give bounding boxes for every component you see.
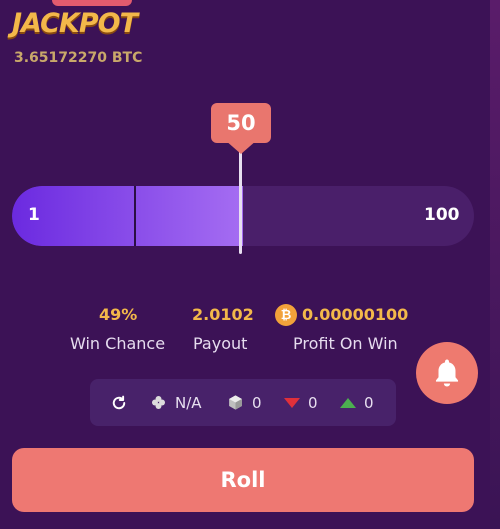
- info-down: 0: [284, 379, 318, 426]
- cube-value: 0: [252, 393, 262, 412]
- win-chance-label: Win Chance: [70, 334, 166, 353]
- payout-label: Payout: [193, 334, 248, 353]
- down-value: 0: [308, 393, 318, 412]
- jackpot-amount: 3.65172270 BTC: [14, 50, 143, 66]
- info-cube: 0: [227, 379, 262, 426]
- refresh-icon: [112, 395, 126, 409]
- clover-value: N/A: [175, 393, 202, 412]
- slider-fill: [12, 186, 243, 246]
- slider-value-badge[interactable]: 50: [211, 103, 271, 143]
- top-tab[interactable]: [52, 0, 132, 6]
- slider-min-label: 1: [28, 205, 40, 225]
- slider-tick-mark: [134, 186, 136, 246]
- roll-button[interactable]: Roll: [12, 448, 474, 512]
- notification-bell-button[interactable]: [416, 342, 478, 404]
- slider-max-label: 100: [424, 205, 460, 225]
- arrow-down-icon: [284, 397, 300, 408]
- arrow-up-icon: [340, 397, 356, 408]
- slider-thumb-handle[interactable]: [239, 150, 242, 254]
- up-value: 0: [364, 393, 374, 412]
- bitcoin-icon: ₿: [275, 304, 297, 326]
- profit-on-win-label: Profit On Win: [293, 334, 398, 353]
- info-clover: N/A: [150, 379, 202, 426]
- bottom-edge: [0, 515, 490, 529]
- win-chance-value: 49%: [99, 305, 138, 324]
- payout-value: 2.0102: [192, 305, 254, 324]
- profit-on-win-value: 0.00000100: [302, 305, 409, 324]
- info-up: 0: [340, 379, 374, 426]
- bell-icon: [435, 359, 459, 387]
- refresh-button[interactable]: [110, 379, 128, 426]
- cube-icon: [229, 395, 242, 410]
- side-strip: [490, 0, 500, 529]
- clover-icon: [151, 395, 166, 410]
- round-info-bar: N/A 0 0 0: [90, 379, 396, 426]
- jackpot-title: JACKPOT: [12, 8, 138, 39]
- slider-track[interactable]: [12, 186, 474, 246]
